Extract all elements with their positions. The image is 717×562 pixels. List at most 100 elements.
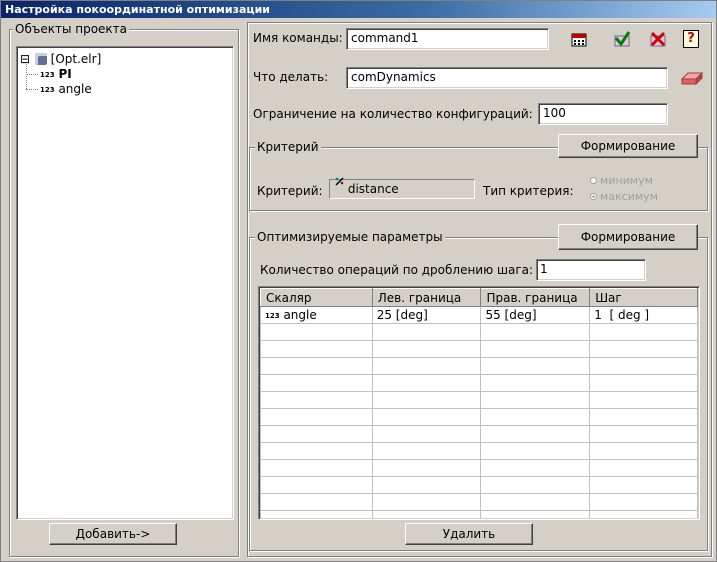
empty-cell[interactable] [480,493,591,511]
radio-minimum-dot[interactable] [590,177,597,184]
tree-node-project[interactable]: ⊟ [Opt.elr] [20,52,101,66]
project-tree[interactable]: ⊟ [Opt.elr] 123 PI 123 angle [18,48,232,518]
empty-cell[interactable] [480,374,591,392]
params-grid: Скаляр Лев. граница Прав. граница Шаг 12… [260,288,698,518]
empty-cell[interactable] [589,408,698,426]
tree-line [26,64,27,89]
action-input[interactable]: comDynamics [346,67,668,89]
delete-icon[interactable] [649,30,667,48]
empty-cell[interactable] [371,374,482,392]
params-form-button[interactable]: Формирование [558,224,698,250]
empty-cell[interactable] [589,510,698,518]
empty-cell[interactable] [480,408,591,426]
delete-button[interactable]: Удалить [405,523,533,545]
empty-cell[interactable] [371,459,482,477]
title-bar: Настройка покоординатной оптимизации [1,1,716,18]
table-row-empty[interactable] [260,391,698,409]
empty-cell[interactable] [260,493,373,511]
empty-cell[interactable] [371,425,482,443]
radio-maximum[interactable]: максимум [590,189,658,205]
table-row[interactable]: 123 angle 25 [deg] 55 [deg] 1 [ deg ] [260,306,698,324]
empty-cell[interactable] [480,357,591,375]
table-row-empty[interactable] [260,408,698,426]
cell-left-bound[interactable]: 25 [deg] [371,306,482,324]
table-row-empty[interactable] [260,425,698,443]
empty-cell[interactable] [260,374,373,392]
empty-cell[interactable] [589,476,698,494]
step-split-label: Количество операций по дроблению шага: [260,263,534,277]
empty-cell[interactable] [589,323,698,341]
empty-cell[interactable] [589,391,698,409]
empty-cell[interactable] [480,323,591,341]
tree-node-pi[interactable]: 123 PI [40,67,72,82]
empty-cell[interactable] [480,425,591,443]
table-row-empty[interactable] [260,374,698,392]
limit-label: Ограничение на количество конфигураций: [253,107,533,121]
column-header-step[interactable]: Шаг [589,288,698,307]
empty-cell[interactable] [589,425,698,443]
empty-cell[interactable] [589,459,698,477]
table-row-empty[interactable] [260,340,698,358]
empty-cell[interactable] [371,442,482,460]
empty-cell[interactable] [371,323,482,341]
cell-step[interactable]: 1 [ deg ] [589,306,698,324]
table-row-empty[interactable] [260,442,698,460]
empty-cell[interactable] [589,340,698,358]
tree-node-angle[interactable]: 123 angle [40,82,92,97]
help-icon[interactable]: ? [683,30,701,48]
empty-cell[interactable] [371,510,482,518]
empty-cell[interactable] [371,357,482,375]
empty-cell[interactable] [589,357,698,375]
params-table[interactable]: Скаляр Лев. граница Прав. граница Шаг 12… [260,288,698,518]
empty-cell[interactable] [260,391,373,409]
empty-cell[interactable] [260,459,373,477]
column-header-left-bound[interactable]: Лев. граница [371,288,482,307]
table-row-empty[interactable] [260,357,698,375]
empty-cell[interactable] [260,408,373,426]
empty-cell[interactable] [260,323,373,341]
table-row-empty[interactable] [260,459,698,477]
check-icon[interactable] [613,30,631,48]
criterion-form-button[interactable]: Формирование [558,134,698,158]
empty-cell[interactable] [371,408,482,426]
command-name-input[interactable]: command1 [346,28,549,50]
table-row-empty[interactable] [260,493,698,511]
empty-cell[interactable] [589,493,698,511]
empty-cell[interactable] [480,391,591,409]
empty-cell[interactable] [480,340,591,358]
empty-cell[interactable] [589,442,698,460]
table-row-empty[interactable] [260,510,698,518]
step-split-input[interactable]: 1 [536,259,646,281]
calculator-icon[interactable] [570,30,588,48]
empty-cell[interactable] [371,391,482,409]
dialog-window: Настройка покоординатной оптимизации Объ… [0,0,717,562]
empty-cell[interactable] [260,510,373,518]
tree-node-label: angle [58,82,92,96]
empty-cell[interactable] [480,476,591,494]
empty-cell[interactable] [480,442,591,460]
empty-cell[interactable] [260,442,373,460]
empty-cell[interactable] [480,459,591,477]
column-header-right-bound[interactable]: Прав. граница [480,288,591,307]
cell-scalar[interactable]: 123 angle [260,306,373,324]
empty-cell[interactable] [371,340,482,358]
column-header-scalar[interactable]: Скаляр [260,288,373,307]
empty-cell[interactable] [589,374,698,392]
radio-minimum[interactable]: минимум [590,173,653,189]
limit-input[interactable]: 100 [538,103,668,125]
empty-cell[interactable] [371,476,482,494]
empty-cell[interactable] [480,510,591,518]
empty-cell[interactable] [260,357,373,375]
cell-right-bound[interactable]: 55 [deg] [480,306,591,324]
table-row-empty[interactable] [260,476,698,494]
radio-maximum-dot[interactable] [590,193,597,200]
empty-cell[interactable] [260,425,373,443]
eraser-icon[interactable] [680,69,704,87]
command-name-label: Имя команды: [253,31,343,45]
empty-cell[interactable] [260,476,373,494]
criterion-field[interactable]: distance [329,177,475,199]
empty-cell[interactable] [260,340,373,358]
empty-cell[interactable] [371,493,482,511]
table-row-empty[interactable] [260,323,698,341]
add-button[interactable]: Добавить-> [49,523,177,545]
